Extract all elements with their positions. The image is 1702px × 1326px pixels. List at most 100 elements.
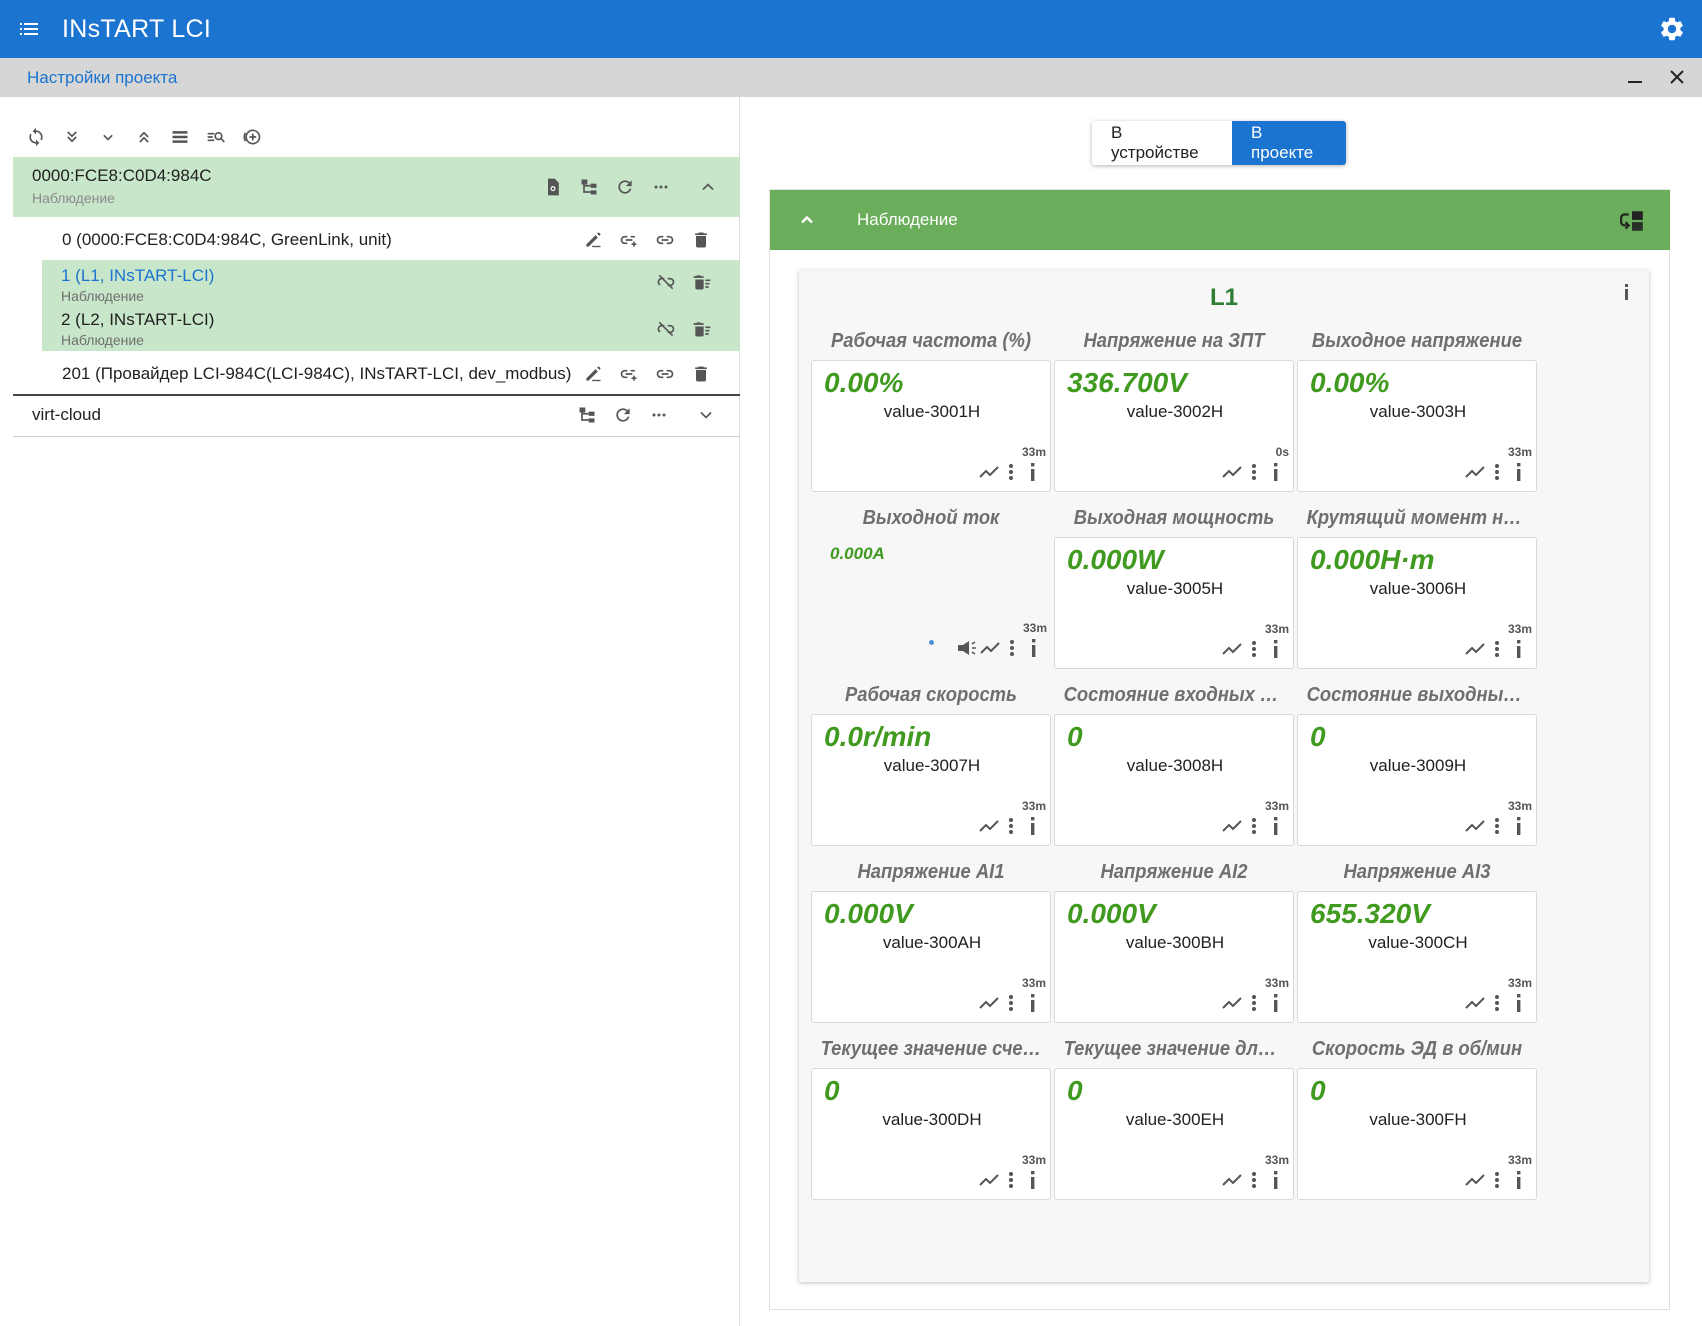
hierarchy-icon[interactable] [569,397,605,433]
toggle-in-device[interactable]: В устройстве [1092,121,1232,165]
tree-child-unit[interactable]: 0 (0000:FCE8:C0D4:984C, GreenLink, unit) [13,220,740,260]
info-icon[interactable] [1265,992,1287,1014]
reload-icon[interactable] [605,397,641,433]
switch-view-icon[interactable] [1618,207,1646,235]
info-icon[interactable] [1508,815,1530,837]
tile-box[interactable]: 0.000Н·m value-3006H 33m [1297,537,1537,669]
more-vertical-icon[interactable] [1000,1169,1022,1191]
chevron-up-icon[interactable] [794,207,820,233]
info-icon[interactable] [1508,638,1530,660]
link-icon[interactable] [647,356,683,392]
tile-box[interactable]: 0.00% value-3003H 33m [1297,360,1537,492]
trend-icon[interactable] [1464,815,1486,837]
tile-box[interactable]: 0 value-3008H 33m [1054,714,1294,846]
delete-sweep-icon[interactable] [684,311,720,347]
tile-box[interactable]: 0 value-300EH 33m [1054,1068,1294,1200]
speaker-icon[interactable] [957,637,979,659]
info-icon[interactable] [1508,1169,1530,1191]
trend-icon[interactable] [1221,638,1243,660]
list-view-icon[interactable] [162,119,198,155]
hierarchy-icon[interactable] [571,169,607,205]
more-vertical-icon[interactable] [1000,815,1022,837]
trend-icon[interactable] [1464,461,1486,483]
search-list-icon[interactable] [198,119,234,155]
tile-box[interactable]: 0.000A 33m [811,537,1051,669]
info-icon[interactable] [1265,461,1287,483]
trend-icon[interactable] [978,1169,1000,1191]
document-search-icon[interactable] [535,169,571,205]
tile-box[interactable]: 0.00% value-3001H 33m [811,360,1051,492]
expand-all-icon[interactable] [54,119,90,155]
more-vertical-icon[interactable] [1486,815,1508,837]
info-icon[interactable] [1619,282,1635,302]
tile-box[interactable]: 0.000W value-3005H 33m [1054,537,1294,669]
more-vertical-icon[interactable] [1486,1169,1508,1191]
child-l2-label[interactable]: 2 (L2, INsTART-LCI) [61,310,214,330]
info-icon[interactable] [1022,992,1044,1014]
trend-icon[interactable] [1464,992,1486,1014]
trend-icon[interactable] [978,461,1000,483]
info-icon[interactable] [1265,815,1287,837]
more-vertical-icon[interactable] [1000,461,1022,483]
trend-icon[interactable] [1221,461,1243,483]
trend-icon[interactable] [1464,638,1486,660]
tree-root-virt-cloud[interactable]: virt-cloud [13,396,740,434]
more-vertical-icon[interactable] [1000,992,1022,1014]
tile-box[interactable]: 0 value-3009H 33m [1297,714,1537,846]
tile-box[interactable]: 0.0r/min value-3007H 33m [811,714,1051,846]
trend-icon[interactable] [1464,1169,1486,1191]
info-icon[interactable] [1022,461,1044,483]
info-icon[interactable] [1265,638,1287,660]
more-vertical-icon[interactable] [1486,638,1508,660]
more-vertical-icon[interactable] [1001,637,1023,659]
tile-box[interactable]: 0 value-300DH 33m [811,1068,1051,1200]
refresh-icon[interactable] [18,119,54,155]
more-vertical-icon[interactable] [1243,992,1265,1014]
info-icon[interactable] [1508,992,1530,1014]
delete-icon[interactable] [683,356,719,392]
monitoring-panel-header[interactable]: Наблюдение [770,190,1670,250]
more-horizontal-icon[interactable] [641,397,677,433]
delete-sweep-icon[interactable] [684,264,720,300]
trend-icon[interactable] [1221,815,1243,837]
project-settings-title[interactable]: Настройки проекта [27,68,177,88]
more-vertical-icon[interactable] [1243,815,1265,837]
tree-root-node[interactable]: 0000:FCE8:C0D4:984C Наблюдение [13,157,740,217]
reload-icon[interactable] [607,169,643,205]
edit-icon[interactable] [575,222,611,258]
tree-child-provider[interactable]: 201 (Провайдер LCI-984C(LCI-984C), INsTA… [13,354,740,394]
add-circle-icon[interactable] [234,119,270,155]
info-icon[interactable] [1022,815,1044,837]
more-vertical-icon[interactable] [1243,638,1265,660]
more-vertical-icon[interactable] [1486,461,1508,483]
collapse-all-icon[interactable] [126,119,162,155]
link-icon[interactable] [647,222,683,258]
more-horizontal-icon[interactable] [643,169,679,205]
info-icon[interactable] [1022,1169,1044,1191]
delete-icon[interactable] [683,222,719,258]
tile-box[interactable]: 0.000V value-300AH 33m [811,891,1051,1023]
link-add-icon[interactable] [611,222,647,258]
more-vertical-icon[interactable] [1486,992,1508,1014]
info-icon[interactable] [1023,637,1045,659]
tree-child-l2[interactable]: 2 (L2, INsTART-LCI) Наблюдение [61,310,214,348]
unlink-icon[interactable] [648,264,684,300]
trend-icon[interactable] [1221,1169,1243,1191]
unlink-icon[interactable] [648,311,684,347]
more-vertical-icon[interactable] [1243,461,1265,483]
more-vertical-icon[interactable] [1243,1169,1265,1191]
close-icon[interactable] [1662,62,1692,92]
tile-box[interactable]: 0 value-300FH 33m [1297,1068,1537,1200]
info-icon[interactable] [1508,461,1530,483]
menu-icon[interactable] [0,0,58,58]
trend-icon[interactable] [979,637,1001,659]
gear-icon[interactable] [1654,11,1690,47]
trend-icon[interactable] [978,992,1000,1014]
tile-box[interactable]: 655.320V value-300CH 33m [1297,891,1537,1023]
trend-icon[interactable] [978,815,1000,837]
chevron-down-icon[interactable] [688,397,724,433]
child-l1-label[interactable]: 1 (L1, INsTART-LCI) [61,266,214,286]
tree-child-l1[interactable]: 1 (L1, INsTART-LCI) Наблюдение [61,266,214,304]
tile-box[interactable]: 0.000V value-300BH 33m [1054,891,1294,1023]
link-add-icon[interactable] [611,356,647,392]
